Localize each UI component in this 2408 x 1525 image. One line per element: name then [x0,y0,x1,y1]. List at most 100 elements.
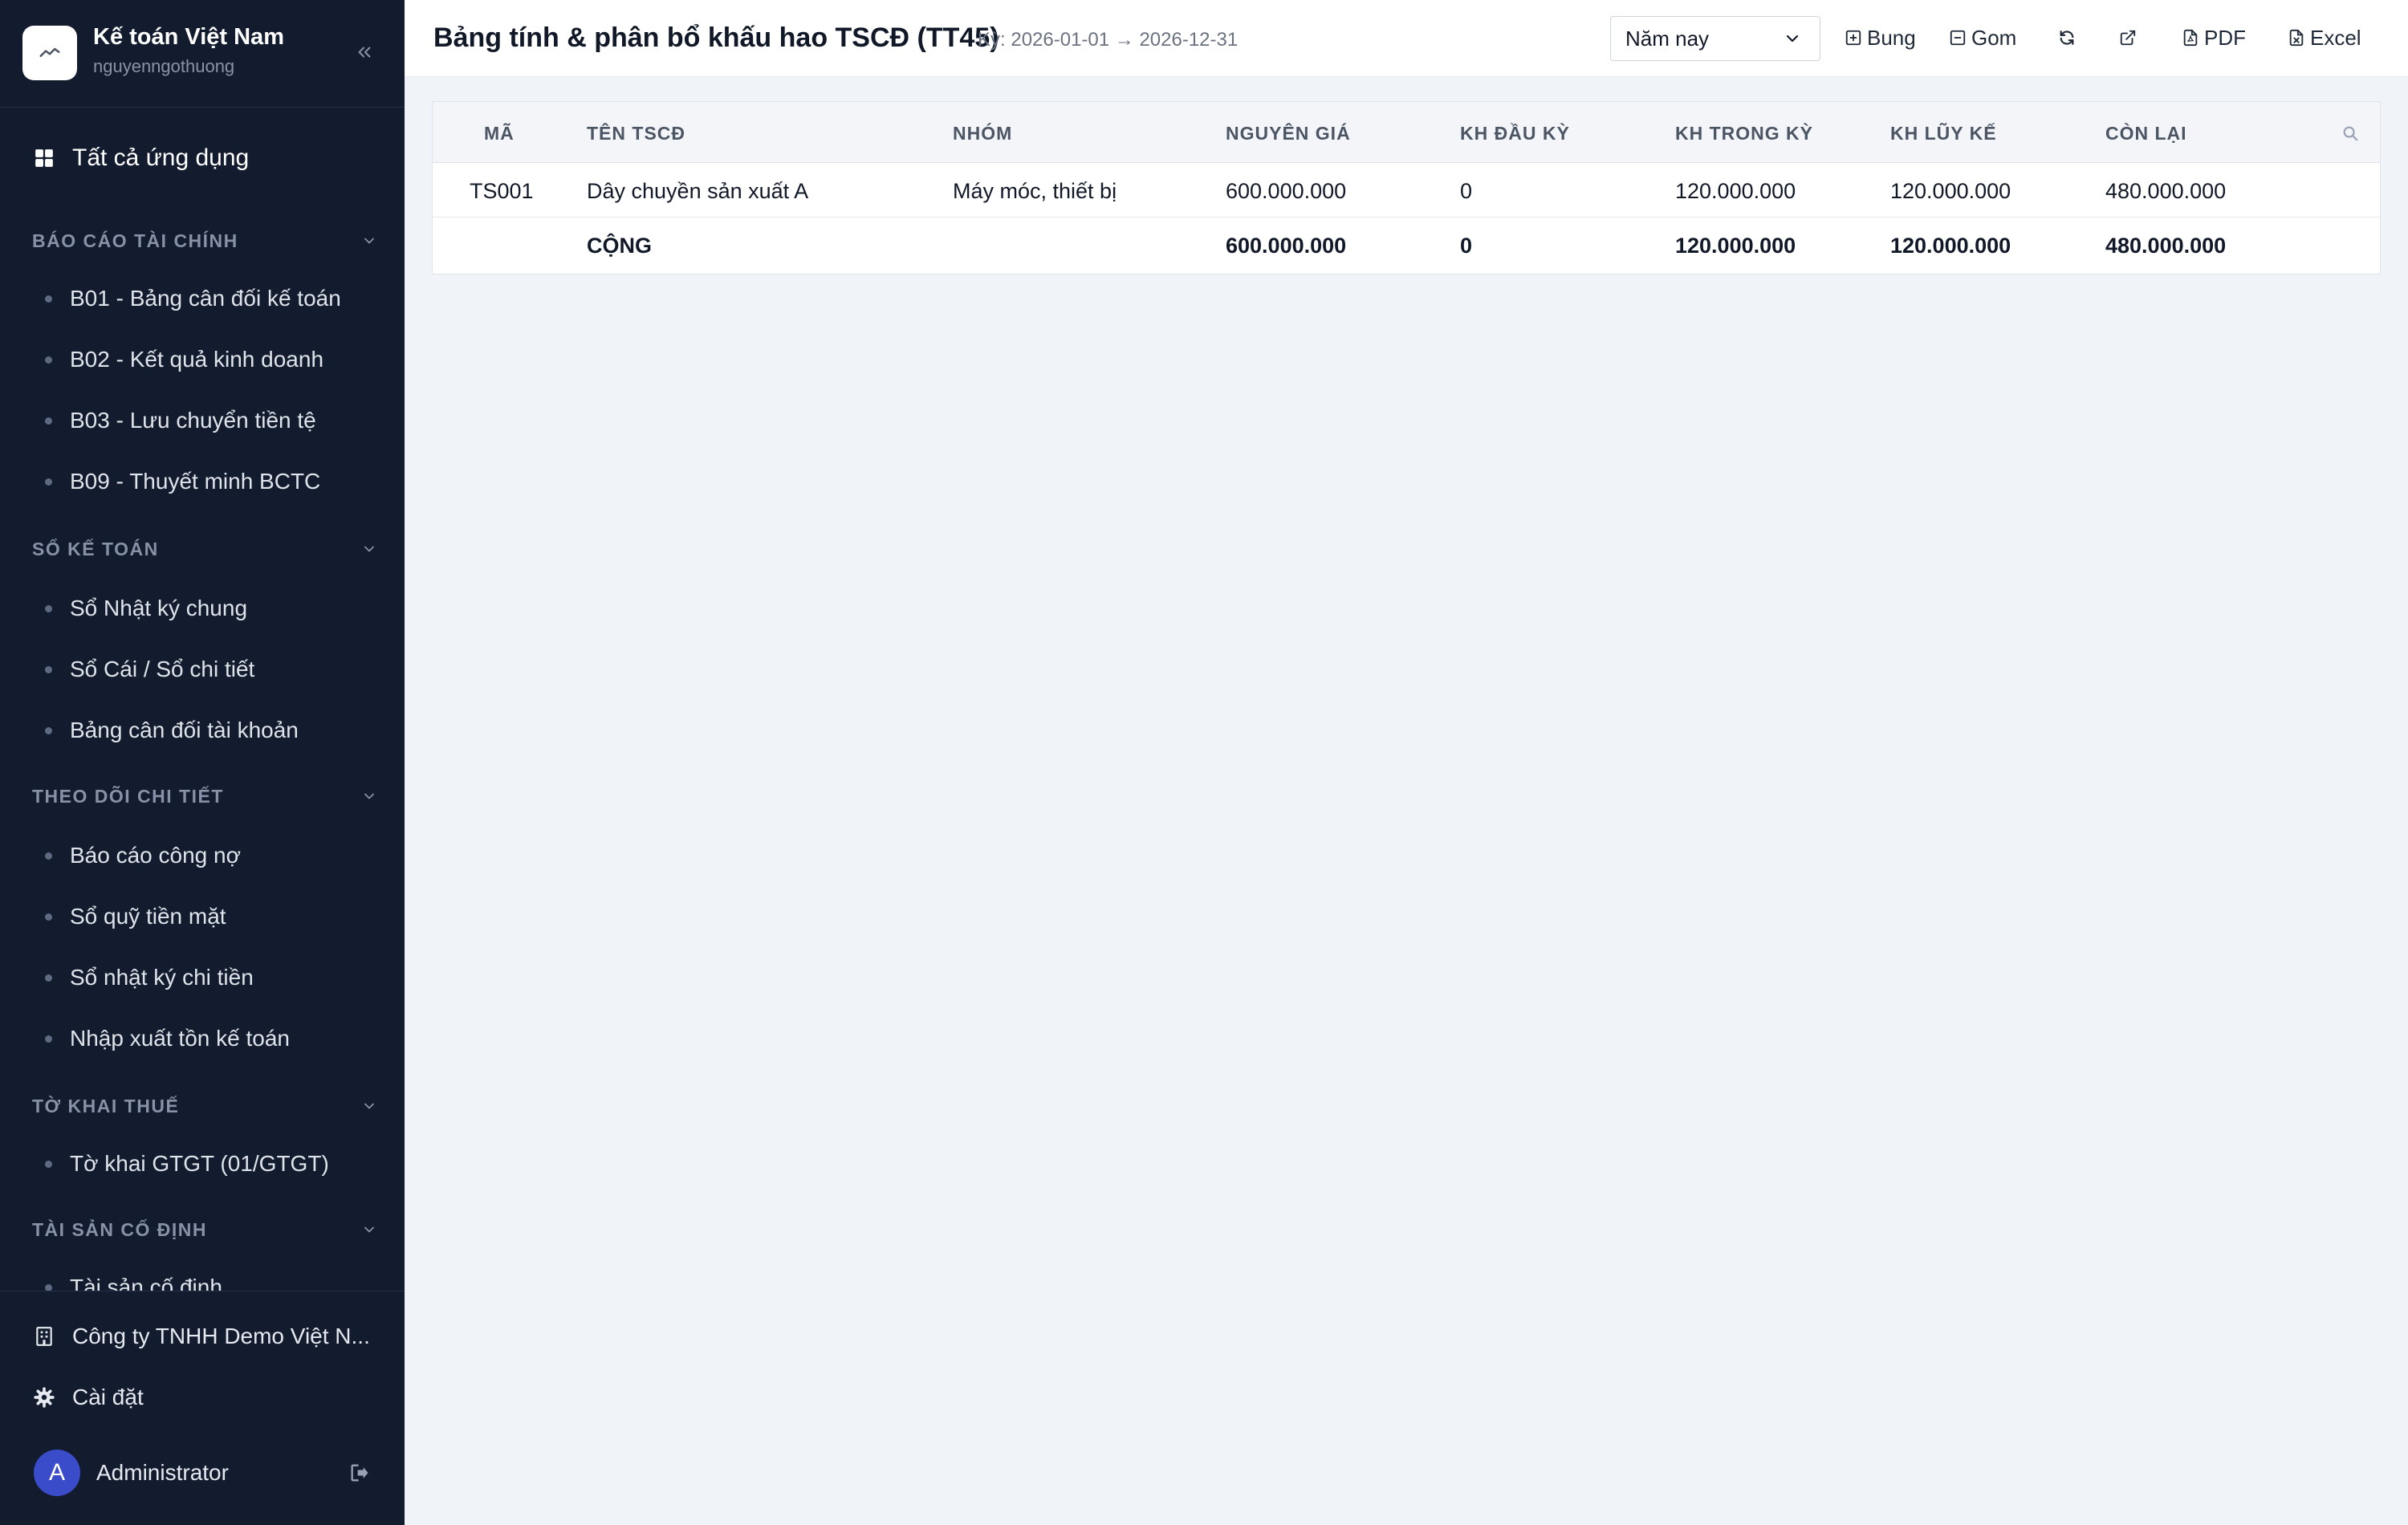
sidebar: Kế toán Việt Nam nguyenngothuong Tất cả … [0,0,405,1525]
depreciation-table: MÃ TÊN TSCĐ NHÓM NGUYÊN GIÁ KH ĐẦU KỲ KH… [432,101,2381,274]
section-so-ke-toan[interactable]: SỔ KẾ TOÁN [32,535,377,563]
nav-item-label: Tờ khai GTGT (01/GTGT) [70,1151,329,1176]
table-total-row: CỘNG 600.000.000 0 120.000.000 120.000.0… [433,218,2380,272]
nav-item-nhat-ky-chung[interactable]: Sổ Nhật ký chung [45,592,247,624]
section-theo-doi-chi-tiet[interactable]: THEO DÕI CHI TIẾT [32,782,377,811]
expand-label: Bung [1867,25,1916,50]
cell-kh-trong-ky: 120.000.000 [1675,179,1796,203]
column-header-nhom[interactable]: NHÓM [953,123,1012,144]
nav-item-label: B02 - Kết quả kinh doanh [70,347,324,372]
all-apps-link[interactable]: Tất cả ứng dụng [34,141,249,175]
nav-item-bao-cao-cong-no[interactable]: Báo cáo công nợ [45,840,241,872]
bullet-icon [45,974,52,982]
expand-button[interactable]: Bung [1845,21,1916,55]
nav-item-label: B03 - Lưu chuyển tiền tệ [70,408,316,433]
nav-item-b02[interactable]: B02 - Kết quả kinh doanh [45,344,323,376]
nav-item-so-quy-tien-mat[interactable]: Sổ quỹ tiền mặt [45,901,226,933]
chevron-down-icon [364,793,374,799]
page-header: Bảng tính & phân bổ khấu hao TSCĐ (TT45)… [405,0,2408,77]
nav-item-to-khai-gtgt[interactable]: Tờ khai GTGT (01/GTGT) [45,1148,329,1180]
nav-item-label: Sổ quỹ tiền mặt [70,904,226,929]
section-title: TÀI SẢN CỐ ĐỊNH [32,1218,207,1240]
nav-item-nhap-xuat-ton[interactable]: Nhập xuất tồn kế toán [45,1023,290,1055]
page-title: Bảng tính & phân bổ khấu hao TSCĐ (TT45) [433,22,999,53]
sidebar-footer: Công ty TNHH Demo Việt N... Cài đặt A Ad… [0,1291,405,1525]
nav-item-so-nhat-ky-chi-tien[interactable]: Sổ nhật ký chi tiền [45,962,254,994]
section-title: BÁO CÁO TÀI CHÍNH [32,230,238,251]
export-pdf-button[interactable]: PDF [2182,21,2246,55]
period-select[interactable]: Năm nay [1610,16,1820,61]
column-header-ten-tscd[interactable]: TÊN TSCĐ [587,123,685,144]
collapse-sidebar-button[interactable] [353,40,376,64]
settings-label: Cài đặt [72,1385,144,1409]
file-pdf-icon [2183,29,2198,47]
bullet-icon [45,913,52,921]
nav-item-so-cai[interactable]: Sổ Cái / Sổ chi tiết [45,653,254,685]
nav-item-label: B09 - Thuyết minh BCTC [70,469,321,494]
total-label: CỘNG [587,234,652,258]
cell-ten-tscd: Dây chuyền sản xuất A [587,179,809,203]
column-header-kh-luy-ke[interactable]: KH LŨY KẾ [1890,123,1997,144]
column-header-con-lai[interactable]: CÒN LẠI [2105,123,2187,144]
nav-item-b03[interactable]: B03 - Lưu chuyển tiền tệ [45,405,316,437]
logout-icon[interactable] [348,1462,371,1484]
total-kh-trong-ky: 120.000.000 [1675,234,1796,258]
app-logo[interactable] [22,26,77,80]
column-header-kh-trong-ky[interactable]: KH TRONG KỲ [1675,123,1813,144]
column-header-kh-dau-ky[interactable]: KH ĐẦU KỲ [1460,123,1570,144]
company-switcher[interactable]: Công ty TNHH Demo Việt N... [34,1320,370,1352]
cell-nguyen-gia: 600.000.000 [1226,179,1347,203]
all-apps-label: Tất cả ứng dụng [72,144,250,171]
refresh-icon [2060,31,2074,45]
nav-item-label: Nhập xuất tồn kế toán [70,1026,290,1051]
bullet-icon [45,478,52,486]
export-excel-button[interactable]: Excel [2288,21,2361,55]
refresh-button[interactable] [2058,21,2076,55]
total-kh-luy-ke: 120.000.000 [1890,234,2011,258]
chevron-down-icon [364,1226,374,1233]
file-excel-icon [2289,29,2304,47]
settings-link[interactable]: Cài đặt [34,1381,144,1413]
chevron-down-icon [364,238,374,244]
minus-square-icon [1950,30,1966,46]
section-title: TỜ KHAI THUẾ [32,1095,180,1116]
bullet-icon [45,604,52,612]
chevron-down-icon [1786,35,1799,43]
collapse-button[interactable]: Gom [1949,21,2016,55]
avatar: A [34,1450,80,1496]
section-bao-cao-tai-chinh[interactable]: BÁO CÁO TÀI CHÍNH [32,226,377,255]
bullet-icon [45,295,52,303]
column-header-ma[interactable]: MÃ [484,123,515,144]
section-tai-san-co-dinh[interactable]: TÀI SẢN CỐ ĐỊNH [32,1215,377,1244]
app-name: Kế toán Việt Nam [93,24,284,50]
period-select-value: Năm nay [1625,26,1710,51]
external-link-icon [2120,30,2136,46]
column-header-nguyen-gia[interactable]: NGUYÊN GIÁ [1226,123,1351,144]
bullet-icon [45,417,52,425]
brand-header: Kế toán Việt Nam nguyenngothuong [0,0,405,108]
nav-item-b01[interactable]: B01 - Bảng cân đối kế toán [45,283,341,315]
nav-item-tai-san-co-dinh[interactable]: Tài sản cố định [45,1271,222,1291]
chevron-down-icon [364,1103,374,1109]
company-name: Công ty TNHH Demo Việt N... [72,1324,370,1348]
nav-item-b09[interactable]: B09 - Thuyết minh BCTC [45,466,320,498]
search-icon[interactable] [2341,124,2359,142]
nav-item-label: Sổ Nhật ký chung [70,596,248,620]
section-to-khai-thue[interactable]: TỜ KHAI THUẾ [32,1092,377,1120]
cell-ma: TS001 [470,179,534,203]
user-name: Administrator [96,1460,229,1485]
nav-item-bang-can-doi-tai-khoan[interactable]: Bảng cân đối tài khoản [45,714,299,746]
plus-square-icon [1845,30,1861,46]
nav-item-label: Tài sản cố định [70,1275,222,1291]
nav-item-label: B01 - Bảng cân đối kế toán [70,286,341,311]
chevron-down-icon [364,546,374,552]
gear-icon [34,1387,55,1408]
nav-item-label: Sổ Cái / Sổ chi tiết [70,657,255,681]
pdf-label: PDF [2204,25,2246,50]
open-external-button[interactable] [2119,21,2137,55]
user-profile[interactable]: A Administrator [34,1449,371,1497]
total-nguyen-gia: 600.000.000 [1226,234,1347,258]
table-row[interactable]: TS001 Dây chuyền sản xuất A Máy móc, thi… [433,163,2380,218]
app-username: nguyenngothuong [93,56,235,76]
excel-label: Excel [2310,25,2361,50]
